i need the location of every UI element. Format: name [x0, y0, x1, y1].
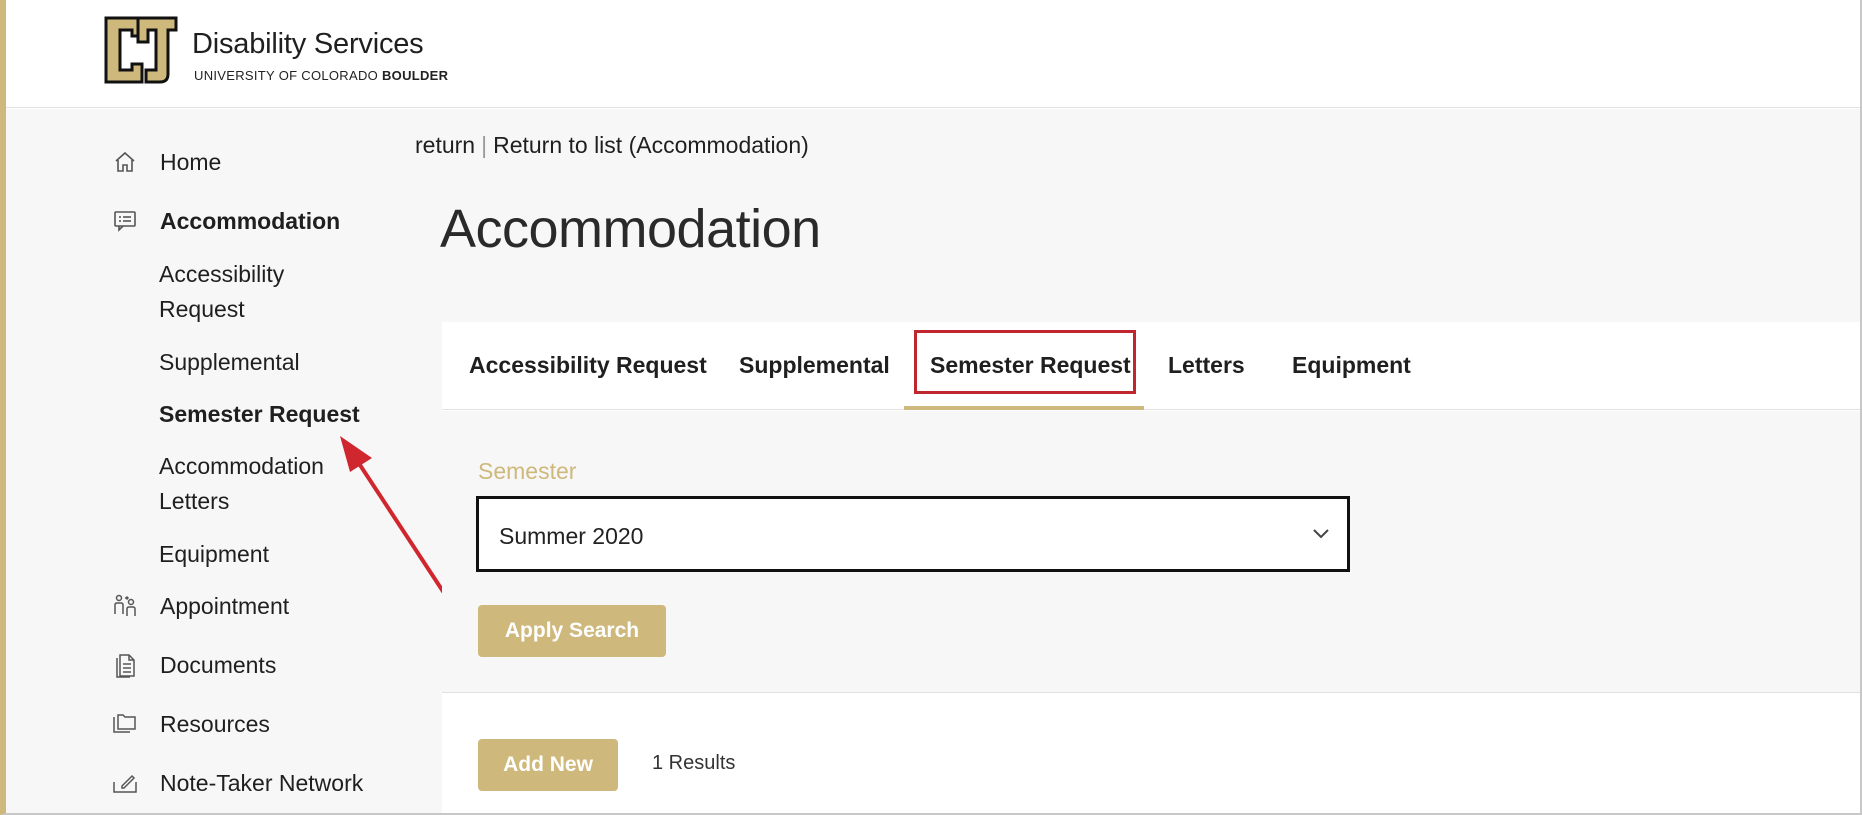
sidebar-item-documents[interactable]: Documents	[110, 650, 276, 680]
sidebar-item-label: Note-Taker Network	[160, 769, 364, 796]
sidebar-item-label: Appointment	[160, 592, 290, 619]
brand-subtitle: UNIVERSITY OF COLORADO BOULDER	[194, 68, 448, 83]
sidebar-item-label: Documents	[160, 651, 277, 678]
sidebar-subitem-accessibility-request[interactable]: Accessibility Request	[159, 257, 339, 327]
tab-annotation-highlight	[914, 330, 1136, 394]
add-new-button[interactable]: Add New	[478, 739, 618, 791]
sidebar-item-resources[interactable]: Resources	[110, 709, 270, 739]
tab-supplemental[interactable]: Supplemental	[739, 352, 890, 379]
breadcrumb: return | Return to list (Accommodation)	[415, 132, 809, 159]
home-icon	[110, 147, 140, 177]
chevron-down-icon	[1313, 529, 1329, 539]
sidebar-subitem-semester-request[interactable]: Semester Request	[159, 397, 360, 432]
semester-select-value: Summer 2020	[499, 523, 644, 549]
sidebar-subitem-accommodation-letters[interactable]: Accommodation Letters	[159, 449, 339, 519]
sidebar-item-appointment[interactable]: Appointment	[110, 591, 289, 621]
breadcrumb-return-to-list-link[interactable]: Return to list (Accommodation)	[493, 132, 809, 158]
apply-search-button[interactable]: Apply Search	[478, 605, 666, 657]
results-count: 1 Results	[652, 752, 736, 774]
brand-title[interactable]: Disability Services	[192, 28, 424, 61]
tab-equipment[interactable]: Equipment	[1292, 352, 1411, 379]
semester-label: Semester	[478, 458, 577, 484]
cu-logo-icon[interactable]	[102, 14, 180, 86]
chat-list-icon	[110, 206, 140, 236]
sidebar-item-label: Resources	[160, 710, 270, 737]
breadcrumb-return-link[interactable]: return	[415, 132, 475, 158]
annotation-arrow	[340, 436, 452, 604]
sidebar-item-label: Accommodation	[160, 207, 341, 234]
tab-accessibility-request[interactable]: Accessibility Request	[469, 352, 707, 379]
active-tab-underline	[904, 406, 1144, 410]
site-header: Disability Services UNIVERSITY OF COLORA…	[6, 0, 1860, 108]
tab-letters[interactable]: Letters	[1168, 352, 1245, 379]
sidebar-item-accommodation[interactable]: Accommodation	[110, 206, 340, 236]
semester-select[interactable]: Summer 2020	[476, 496, 1350, 572]
folders-icon	[110, 709, 140, 739]
sidebar-item-home[interactable]: Home	[110, 147, 221, 177]
brand-sub-regular: UNIVERSITY OF COLORADO	[194, 68, 382, 83]
tab-bar: Accessibility Request Supplemental Semes…	[442, 322, 1860, 410]
documents-icon	[110, 650, 140, 680]
people-icon	[110, 591, 140, 621]
breadcrumb-separator: |	[481, 132, 488, 158]
brand-sub-bold: BOULDER	[381, 68, 449, 83]
note-icon	[110, 768, 140, 798]
sidebar-subitem-equipment[interactable]: Equipment	[159, 537, 269, 572]
sidebar-item-label: Home	[160, 148, 222, 175]
page-title: Accommodation	[440, 199, 821, 259]
sidebar-subitem-supplemental[interactable]: Supplemental	[159, 345, 300, 380]
sidebar-item-note-taker-network[interactable]: Note-Taker Network	[110, 768, 363, 798]
